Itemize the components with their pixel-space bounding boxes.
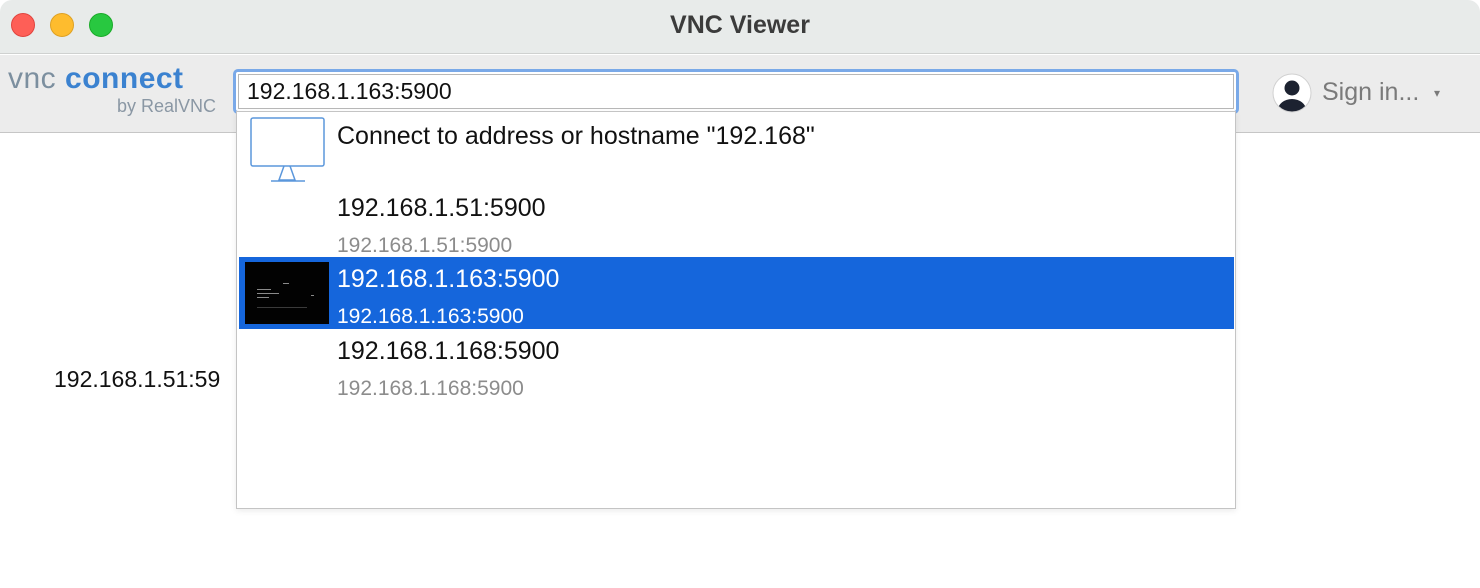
list-item-name: 192.168.1.51:5900	[337, 194, 546, 222]
list-item-address: 192.168.1.51:5900	[337, 234, 513, 257]
vnc-connect-logo: vnc connect by RealVNC	[8, 62, 218, 122]
list-item-address: 192.168.1.163:5900	[337, 305, 524, 328]
list-item-address: 192.168.1.168:5900	[337, 377, 524, 400]
address-input[interactable]	[238, 74, 1234, 109]
monitor-icon	[250, 117, 325, 182]
background-connection-label: 192.168.1.51:59	[54, 366, 221, 392]
connect-to-address-label: Connect to address or hostname "192.168"	[337, 122, 815, 150]
window-title: VNC Viewer	[670, 11, 810, 39]
sign-in-button[interactable]: Sign in... ▾	[1272, 72, 1452, 114]
vnc-viewer-window: VNC Viewer vnc connect by RealVNC Sign i…	[0, 0, 1480, 588]
list-item-name: 192.168.1.163:5900	[337, 265, 560, 293]
sign-in-label: Sign in...	[1322, 78, 1420, 106]
address-autocomplete-dropdown: Connect to address or hostname "192.168"…	[236, 111, 1236, 509]
address-bar-focus-ring	[233, 69, 1239, 114]
chevron-down-icon: ▾	[1434, 86, 1441, 100]
list-item-selected[interactable]: 192.168.1.163:5900 192.168.1.163:5900	[239, 257, 1234, 329]
logo-vnc-text: vnc	[8, 62, 57, 95]
logo-subtitle: by RealVNC	[116, 96, 216, 116]
list-item-name: 192.168.1.168:5900	[337, 337, 560, 365]
desktop-thumbnail	[245, 262, 329, 324]
user-avatar-icon	[1272, 73, 1312, 113]
connect-to-address-option[interactable]: Connect to address or hostname "192.168"	[239, 114, 1234, 186]
logo-connect-text: connect	[65, 62, 184, 95]
list-item[interactable]: 192.168.1.51:5900 192.168.1.51:5900	[239, 186, 1234, 258]
list-item[interactable]: 192.168.1.168:5900 192.168.1.168:5900	[239, 329, 1234, 401]
logo-wordmark: vnc connect	[8, 62, 184, 96]
title-bar[interactable]: VNC Viewer	[0, 0, 1480, 54]
